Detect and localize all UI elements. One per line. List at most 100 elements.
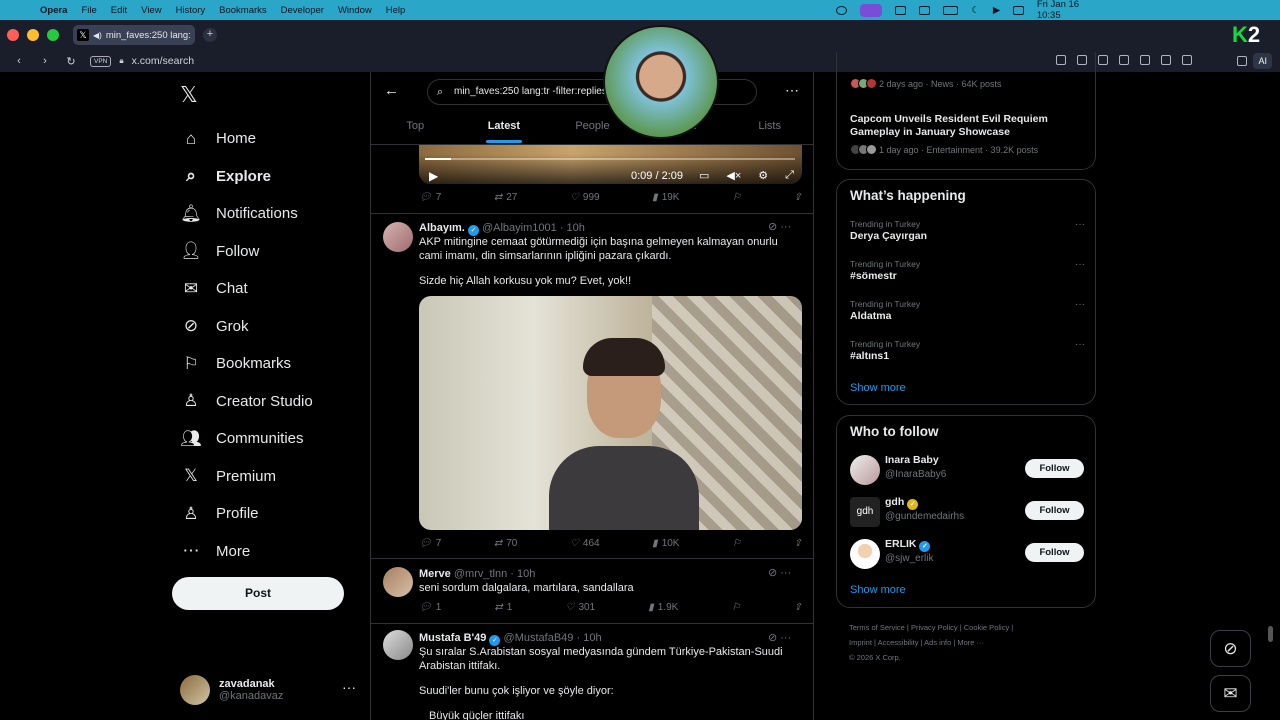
minimize-window-button[interactable] — [27, 29, 39, 41]
tab-latest[interactable]: Latest — [460, 112, 549, 144]
menu-opera[interactable]: Opera — [40, 5, 67, 16]
tab-lists[interactable]: Lists — [725, 112, 813, 144]
trend-item[interactable]: Trending in Turkey Derya Çayırgan ··· — [850, 219, 1085, 242]
browser-tab[interactable]: 𝕏 ◀) min_faves:250 lang: — [73, 25, 195, 45]
tweet-author-handle[interactable]: @MustafaB49 — [504, 632, 574, 644]
like-button[interactable]: ♡ 301 — [565, 602, 595, 613]
lock-icon[interactable]: 🔒︎ — [119, 56, 123, 66]
menubar-datetime[interactable]: Fri Jan 16 10:35 — [1037, 0, 1096, 21]
views-button[interactable]: ▮ 19K — [652, 192, 679, 203]
menu-file[interactable]: File — [81, 5, 96, 16]
new-tab-button[interactable]: + — [203, 28, 217, 42]
avatar[interactable] — [383, 630, 413, 660]
like-button[interactable]: ♡ 464 — [570, 538, 600, 549]
repost-button[interactable]: ⇄ 1 — [494, 602, 512, 613]
nav-profile[interactable]: ♙ Profile — [180, 495, 313, 533]
tweet-author-handle[interactable]: @mrv_tlnn — [454, 568, 507, 580]
follow-button[interactable]: Follow — [1025, 459, 1084, 478]
avatar[interactable] — [850, 539, 880, 569]
control-icon[interactable] — [895, 5, 906, 15]
forward-nav-icon[interactable]: › — [38, 55, 52, 67]
tweet-video-thumbnail[interactable] — [419, 296, 802, 530]
menu-developer[interactable]: Developer — [281, 5, 324, 16]
control-center-icon[interactable] — [1013, 5, 1024, 15]
menu-view[interactable]: View — [141, 5, 161, 16]
grok-icon[interactable]: ⊘ ··· — [768, 631, 791, 644]
follow-suggestion[interactable]: Inara Baby @InaraBaby6 Follow — [850, 452, 1085, 486]
show-more-link[interactable]: Show more — [850, 584, 906, 596]
screen-record-icon[interactable] — [859, 3, 883, 17]
back-arrow-icon[interactable]: ← — [384, 82, 399, 99]
menu-help[interactable]: Help — [386, 5, 406, 16]
views-button[interactable]: ▮ 1.9K — [648, 602, 678, 613]
moon-icon[interactable]: ☾ — [971, 5, 980, 16]
follow-suggestion[interactable]: ERLIK ✓ @sjw_erlik Follow — [850, 536, 1085, 570]
repost-button[interactable]: ⇄ 27 — [494, 192, 518, 203]
trend-more-icon[interactable]: ··· — [1075, 219, 1085, 230]
account-more-icon[interactable]: ··· — [342, 679, 356, 695]
post-button[interactable]: Post — [172, 577, 344, 610]
share-button[interactable]: ⇪ — [794, 192, 802, 203]
trend-item[interactable]: Trending in Turkey #altıns1 ··· — [850, 339, 1085, 362]
fullscreen-icon[interactable]: ⤢ — [785, 169, 794, 182]
menu-lines-icon[interactable] — [1161, 55, 1171, 65]
nav-chat[interactable]: ✉ Chat — [180, 270, 313, 308]
tweet-author-name[interactable]: Mustafa B'49 — [419, 632, 486, 644]
trend-more-icon[interactable]: ··· — [1075, 259, 1085, 270]
search-more-icon[interactable]: ⋯ — [785, 82, 799, 99]
nav-premium[interactable]: 𝕏 Premium — [180, 458, 313, 496]
follow-button[interactable]: Follow — [1025, 501, 1084, 520]
nav-grok[interactable]: ⊘ Grok — [180, 308, 313, 346]
captions-icon[interactable]: ▭ — [699, 169, 709, 182]
status-icon[interactable] — [836, 5, 847, 15]
bookmark-button[interactable]: ⚐ — [732, 538, 741, 549]
repost-button[interactable]: ⇄ 70 — [494, 538, 518, 549]
follow-suggestion[interactable]: gdh gdh ✓ @gundemedairhs Follow — [850, 494, 1085, 528]
views-button[interactable]: ▮ 10K — [652, 538, 679, 549]
play-icon[interactable]: ▶ — [429, 169, 438, 183]
tab-top[interactable]: Top — [371, 112, 460, 144]
like-button[interactable]: ♡ 999 — [570, 192, 600, 203]
trend-item[interactable]: Trending in Turkey #sömestr ··· — [850, 259, 1085, 282]
settings-gear-icon[interactable]: ⚙ — [758, 169, 768, 182]
tweet-time[interactable]: 10h — [567, 222, 585, 234]
bookmark-button[interactable]: ⚐ — [731, 602, 740, 613]
back-nav-icon[interactable]: ‹ — [12, 55, 26, 67]
video-progress-bar[interactable] — [425, 158, 795, 160]
nav-creator-studio[interactable]: ♙ Creator Studio — [180, 383, 312, 421]
tweet-author-name[interactable]: Merve — [419, 568, 451, 580]
share-button[interactable]: ⇪ — [794, 602, 802, 613]
reload-icon[interactable]: ↻ — [64, 55, 78, 68]
share-button[interactable]: ⇪ — [794, 538, 802, 549]
avatar[interactable] — [383, 567, 413, 597]
trend-item[interactable]: Trending in Turkey Aldatma ··· — [850, 299, 1085, 322]
close-window-button[interactable] — [7, 29, 19, 41]
news-headline[interactable]: Capcom Unveils Resident Evil Requiem Gam… — [850, 113, 1085, 139]
scrollbar[interactable] — [1268, 626, 1273, 642]
x-logo-icon[interactable]: 𝕏 — [180, 82, 198, 108]
profile-icon[interactable] — [1182, 55, 1192, 65]
show-more-link[interactable]: Show more — [850, 382, 906, 394]
menu-bookmarks[interactable]: Bookmarks — [219, 5, 267, 16]
nav-notifications[interactable]: 🔔︎ Notifications — [180, 195, 313, 233]
reply-button[interactable]: 💬︎ 7 — [419, 192, 441, 203]
mute-icon[interactable]: ◀× — [726, 169, 741, 182]
menu-window[interactable]: Window — [338, 5, 372, 16]
nav-communities[interactable]: 👥︎ Communities — [180, 420, 313, 458]
url-field[interactable]: x.com/search — [132, 55, 194, 67]
shield-icon[interactable] — [1098, 55, 1108, 65]
display-icon[interactable] — [918, 5, 930, 15]
heart-icon[interactable] — [1140, 55, 1150, 65]
battery-icon[interactable] — [942, 5, 959, 15]
nav-bookmarks[interactable]: ⚐ Bookmarks — [180, 345, 313, 383]
zoom-window-button[interactable] — [47, 29, 59, 41]
speaker-icon[interactable]: ◀) — [93, 31, 102, 40]
messages-fab-icon[interactable]: ✉ — [1210, 675, 1251, 712]
nav-more[interactable]: ⋯ More — [180, 533, 313, 571]
trend-more-icon[interactable]: ··· — [1075, 339, 1085, 350]
grok-icon[interactable]: ⊘ ··· — [768, 566, 791, 579]
vpn-badge[interactable]: VPN — [90, 55, 112, 67]
tweet-time[interactable]: 10h — [517, 568, 535, 580]
menu-edit[interactable]: Edit — [111, 5, 127, 16]
video-player[interactable]: ▶ 0:09 / 2:09 ▭ ◀× ⚙ ⤢ — [419, 144, 802, 184]
